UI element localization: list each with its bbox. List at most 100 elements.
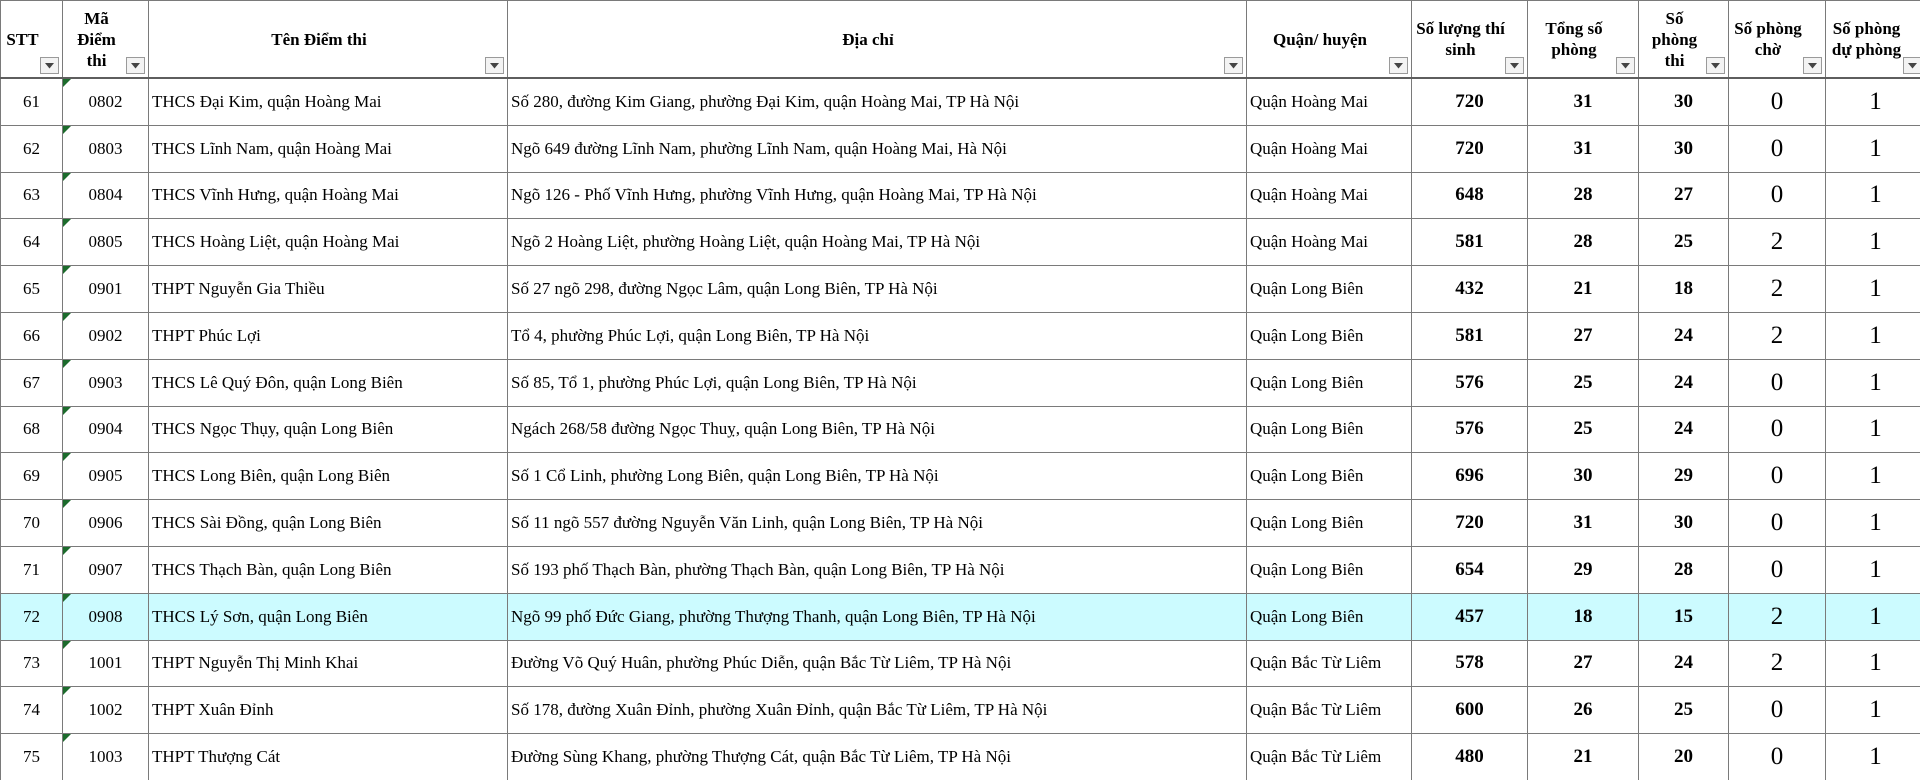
cell-phongcho[interactable]: 2 bbox=[1728, 218, 1826, 267]
cell-tongphong[interactable]: 31 bbox=[1527, 77, 1639, 126]
cell-ma[interactable]: 0901 bbox=[62, 265, 149, 313]
table-row[interactable]: 66 0902 THPT Phúc Lợi Tổ 4, phường Phúc Lợi… bbox=[0, 311, 1920, 360]
table-row[interactable]: 67 0903 THCS Lê Quý Đôn, quận Long Biên Số … bbox=[0, 358, 1920, 407]
cell-stt[interactable]: 74 bbox=[0, 686, 63, 735]
cell-tongphong[interactable]: 18 bbox=[1527, 592, 1639, 641]
cell-phongcho[interactable]: 2 bbox=[1728, 639, 1826, 688]
cell-ma[interactable]: 0805 bbox=[62, 218, 149, 267]
cell-ten[interactable]: THCS Lĩnh Nam, quận Hoàng Mai bbox=[148, 124, 508, 173]
cell-duphong[interactable]: 1 bbox=[1825, 545, 1920, 594]
cell-ten[interactable]: THCS Đại Kim, quận Hoàng Mai bbox=[148, 77, 508, 126]
cell-diachi[interactable]: Số 85, Tổ 1, phường Phúc Lợi, quận Long … bbox=[507, 358, 1247, 407]
cell-stt[interactable]: 65 bbox=[0, 265, 63, 313]
cell-diachi[interactable]: Ngõ 126 - Phố Vĩnh Hưng, phường Vĩnh Hưn… bbox=[507, 171, 1247, 220]
cell-soluong[interactable]: 581 bbox=[1411, 218, 1528, 267]
cell-duphong[interactable]: 1 bbox=[1825, 452, 1920, 501]
cell-diachi[interactable]: Số 280, đường Kim Giang, phường Đại Kim,… bbox=[507, 77, 1247, 126]
column-header-ten[interactable]: Tên Điểm thi bbox=[148, 0, 508, 79]
cell-diachi[interactable]: Số 193 phố Thạch Bàn, phường Thạch Bàn, … bbox=[507, 545, 1247, 594]
cell-quan[interactable]: Quận Long Biên bbox=[1246, 545, 1412, 594]
filter-dropdown-icon[interactable] bbox=[1903, 57, 1920, 74]
cell-stt[interactable]: 71 bbox=[0, 545, 63, 594]
cell-ma[interactable]: 0803 bbox=[62, 124, 149, 173]
cell-ten[interactable]: THCS Long Biên, quận Long Biên bbox=[148, 452, 508, 501]
cell-diachi[interactable]: Đường Sùng Khang, phường Thượng Cát, quậ… bbox=[507, 733, 1247, 780]
cell-quan[interactable]: Quận Long Biên bbox=[1246, 452, 1412, 501]
cell-ten[interactable]: THCS Ngọc Thụy, quận Long Biên bbox=[148, 405, 508, 454]
cell-tongphong[interactable]: 28 bbox=[1527, 218, 1639, 267]
filter-dropdown-icon[interactable] bbox=[1389, 57, 1408, 74]
cell-diachi[interactable]: Ngõ 649 đường Lĩnh Nam, phường Lĩnh Nam,… bbox=[507, 124, 1247, 173]
filter-dropdown-icon[interactable] bbox=[126, 57, 145, 74]
cell-duphong[interactable]: 1 bbox=[1825, 733, 1920, 780]
cell-duphong[interactable]: 1 bbox=[1825, 499, 1920, 547]
cell-phongcho[interactable]: 0 bbox=[1728, 405, 1826, 454]
cell-phongcho[interactable]: 0 bbox=[1728, 171, 1826, 220]
cell-tongphong[interactable]: 30 bbox=[1527, 452, 1639, 501]
cell-tongphong[interactable]: 25 bbox=[1527, 405, 1639, 454]
cell-phongthi[interactable]: 24 bbox=[1638, 639, 1729, 688]
cell-tongphong[interactable]: 25 bbox=[1527, 358, 1639, 407]
column-header-tongphong[interactable]: Tổng số phòng bbox=[1527, 0, 1639, 79]
filter-dropdown-icon[interactable] bbox=[1706, 57, 1725, 74]
cell-phongcho[interactable]: 0 bbox=[1728, 733, 1826, 780]
filter-dropdown-icon[interactable] bbox=[1616, 57, 1635, 74]
cell-diachi[interactable]: Số 1 Cổ Linh, phường Long Biên, quận Lon… bbox=[507, 452, 1247, 501]
cell-duphong[interactable]: 1 bbox=[1825, 77, 1920, 126]
cell-duphong[interactable]: 1 bbox=[1825, 171, 1920, 220]
table-row[interactable]: 69 0905 THCS Long Biên, quận Long Biên Số 1… bbox=[0, 452, 1920, 501]
cell-tongphong[interactable]: 27 bbox=[1527, 311, 1639, 360]
cell-ma[interactable]: 0905 bbox=[62, 452, 149, 501]
cell-stt[interactable]: 67 bbox=[0, 358, 63, 407]
cell-tongphong[interactable]: 29 bbox=[1527, 545, 1639, 594]
cell-quan[interactable]: Quận Bắc Từ Liêm bbox=[1246, 639, 1412, 688]
cell-quan[interactable]: Quận Long Biên bbox=[1246, 265, 1412, 313]
cell-duphong[interactable]: 1 bbox=[1825, 639, 1920, 688]
cell-quan[interactable]: Quận Hoàng Mai bbox=[1246, 218, 1412, 267]
cell-duphong[interactable]: 1 bbox=[1825, 358, 1920, 407]
cell-tongphong[interactable]: 21 bbox=[1527, 733, 1639, 780]
cell-soluong[interactable]: 432 bbox=[1411, 265, 1528, 313]
cell-quan[interactable]: Quận Long Biên bbox=[1246, 405, 1412, 454]
cell-soluong[interactable]: 578 bbox=[1411, 639, 1528, 688]
cell-duphong[interactable]: 1 bbox=[1825, 265, 1920, 313]
cell-stt[interactable]: 66 bbox=[0, 311, 63, 360]
cell-duphong[interactable]: 1 bbox=[1825, 311, 1920, 360]
table-row[interactable]: 70 0906 THCS Sài Đồng, quận Long Biên Số 11… bbox=[0, 499, 1920, 547]
cell-quan[interactable]: Quận Bắc Từ Liêm bbox=[1246, 686, 1412, 735]
cell-diachi[interactable]: Đường Võ Quý Huân, phường Phúc Diễn, quậ… bbox=[507, 639, 1247, 688]
cell-stt[interactable]: 75 bbox=[0, 733, 63, 780]
cell-duphong[interactable]: 1 bbox=[1825, 124, 1920, 173]
cell-stt[interactable]: 68 bbox=[0, 405, 63, 454]
cell-phongcho[interactable]: 2 bbox=[1728, 265, 1826, 313]
cell-soluong[interactable]: 648 bbox=[1411, 171, 1528, 220]
cell-quan[interactable]: Quận Bắc Từ Liêm bbox=[1246, 733, 1412, 780]
cell-duphong[interactable]: 1 bbox=[1825, 405, 1920, 454]
table-row[interactable]: 63 0804 THCS Vĩnh Hưng, quận Hoàng Mai Ngõ … bbox=[0, 171, 1920, 220]
table-row[interactable]: 65 0901 THPT Nguyễn Gia Thiều Số 27 ngõ 298… bbox=[0, 265, 1920, 313]
cell-phongthi[interactable]: 28 bbox=[1638, 545, 1729, 594]
cell-diachi[interactable]: Ngõ 99 phố Đức Giang, phường Thượng Than… bbox=[507, 592, 1247, 641]
filter-dropdown-icon[interactable] bbox=[1224, 57, 1243, 74]
cell-ma[interactable]: 1003 bbox=[62, 733, 149, 780]
table-row[interactable]: 74 1002 THPT Xuân Đỉnh Số 178, đường Xuân Đ… bbox=[0, 686, 1920, 735]
cell-diachi[interactable]: Ngõ 2 Hoàng Liệt, phường Hoàng Liệt, quậ… bbox=[507, 218, 1247, 267]
cell-stt[interactable]: 64 bbox=[0, 218, 63, 267]
cell-phongcho[interactable]: 2 bbox=[1728, 592, 1826, 641]
cell-duphong[interactable]: 1 bbox=[1825, 592, 1920, 641]
cell-tongphong[interactable]: 31 bbox=[1527, 124, 1639, 173]
cell-phongcho[interactable]: 0 bbox=[1728, 124, 1826, 173]
cell-duphong[interactable]: 1 bbox=[1825, 686, 1920, 735]
cell-phongcho[interactable]: 2 bbox=[1728, 311, 1826, 360]
cell-phongthi[interactable]: 27 bbox=[1638, 171, 1729, 220]
filter-dropdown-icon[interactable] bbox=[40, 57, 59, 74]
cell-ma[interactable]: 0906 bbox=[62, 499, 149, 547]
table-row[interactable]: 72 0908 THCS Lý Sơn, quận Long Biên Ngõ 99 … bbox=[0, 592, 1920, 641]
column-header-quan[interactable]: Quận/ huyện bbox=[1246, 0, 1412, 79]
cell-ten[interactable]: THPT Nguyễn Thị Minh Khai bbox=[148, 639, 508, 688]
cell-soluong[interactable]: 720 bbox=[1411, 124, 1528, 173]
cell-ma[interactable]: 0907 bbox=[62, 545, 149, 594]
cell-phongthi[interactable]: 30 bbox=[1638, 499, 1729, 547]
table-row[interactable]: 71 0907 THCS Thạch Bàn, quận Long Biên Số 1… bbox=[0, 545, 1920, 594]
column-header-phongcho[interactable]: Số phòng chờ bbox=[1728, 0, 1826, 79]
